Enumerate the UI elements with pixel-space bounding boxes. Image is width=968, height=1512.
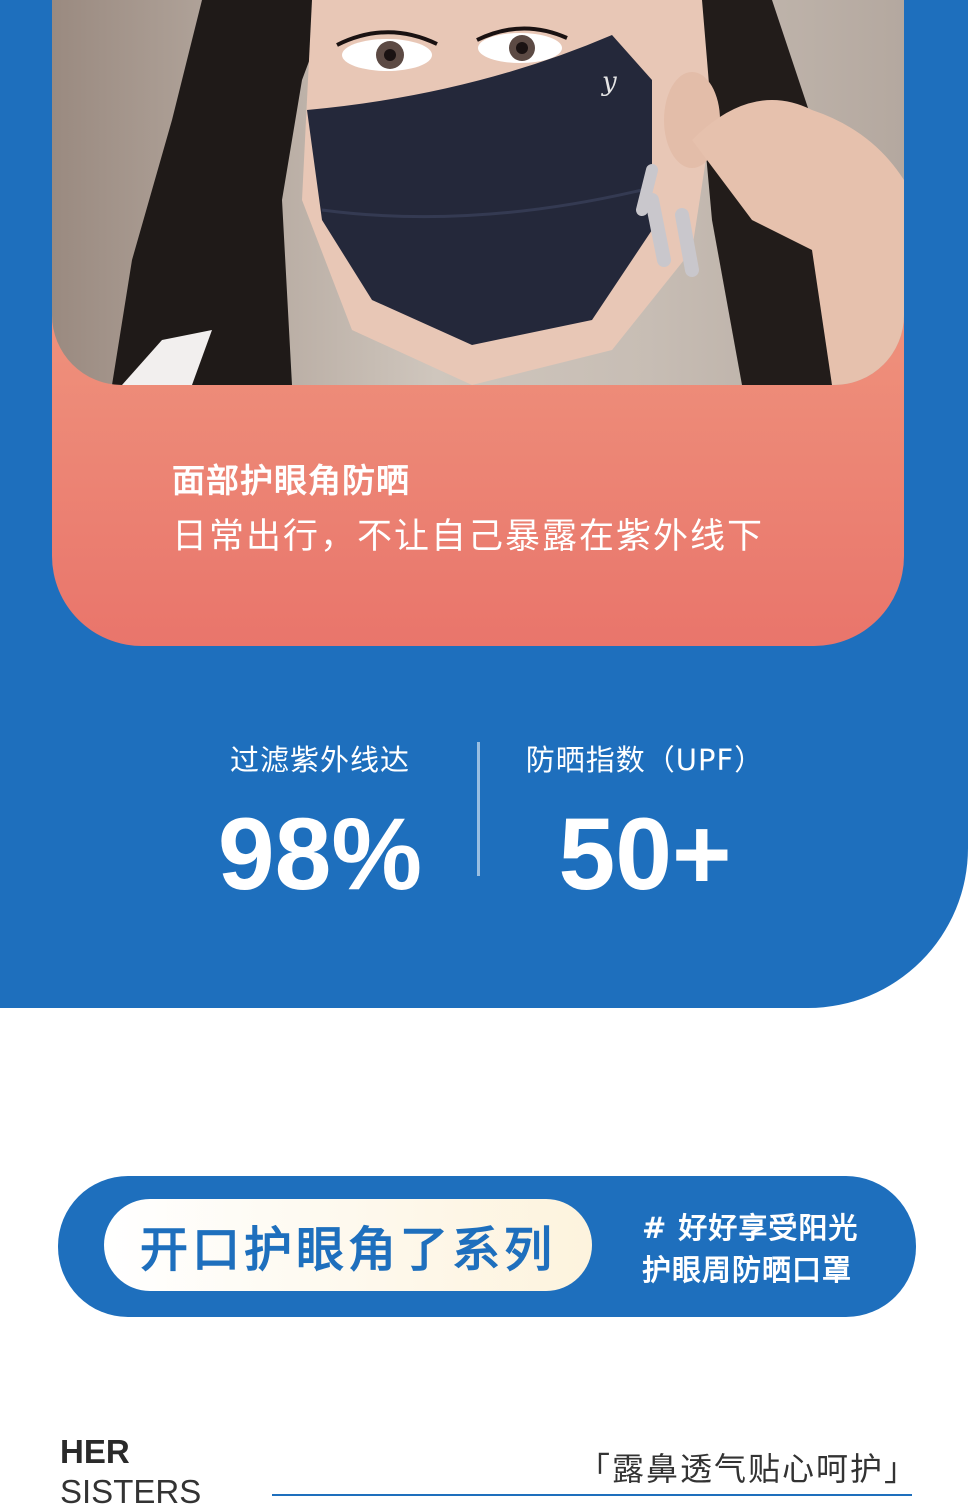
series-tag-line1: # 好好享受阳光 bbox=[642, 1211, 859, 1245]
section-rule bbox=[272, 1494, 912, 1496]
upf-value: 50+ bbox=[558, 797, 732, 911]
product-photo-card: y 面部护眼角防晒 日常出行，不让自己暴露在紫外线下 bbox=[52, 0, 904, 646]
section-quote: 「露鼻透气贴心呵护」 bbox=[578, 1450, 919, 1488]
stat-divider bbox=[477, 742, 480, 876]
series-name: 开口护眼角了系列 bbox=[139, 1222, 556, 1278]
svg-text:y: y bbox=[601, 67, 617, 97]
card-title: 面部护眼角防晒 bbox=[172, 461, 410, 500]
uv-filter-stat: 过滤紫外线达 98% bbox=[200, 737, 440, 905]
card-subtitle: 日常出行，不让自己暴露在紫外线下 bbox=[172, 517, 765, 557]
upf-label: 防晒指数（UPF） bbox=[525, 743, 765, 777]
uv-filter-value: 98% bbox=[217, 797, 423, 911]
series-tag-line2: 护眼周防晒口罩 bbox=[642, 1253, 853, 1287]
upf-stat: 防晒指数（UPF） 50+ bbox=[520, 737, 770, 905]
model-wearing-mask-image: y bbox=[112, 0, 904, 385]
brand-line-2: SISTERS bbox=[60, 1473, 202, 1510]
uv-filter-label: 过滤紫外线达 bbox=[229, 743, 410, 777]
brand-line-1: HER bbox=[60, 1433, 130, 1470]
series-name-pill: 开口护眼角了系列 bbox=[104, 1199, 592, 1291]
model-photo: y bbox=[52, 0, 904, 385]
series-tagline: # 好好享受阳光 护眼周防晒口罩 bbox=[642, 1207, 858, 1291]
